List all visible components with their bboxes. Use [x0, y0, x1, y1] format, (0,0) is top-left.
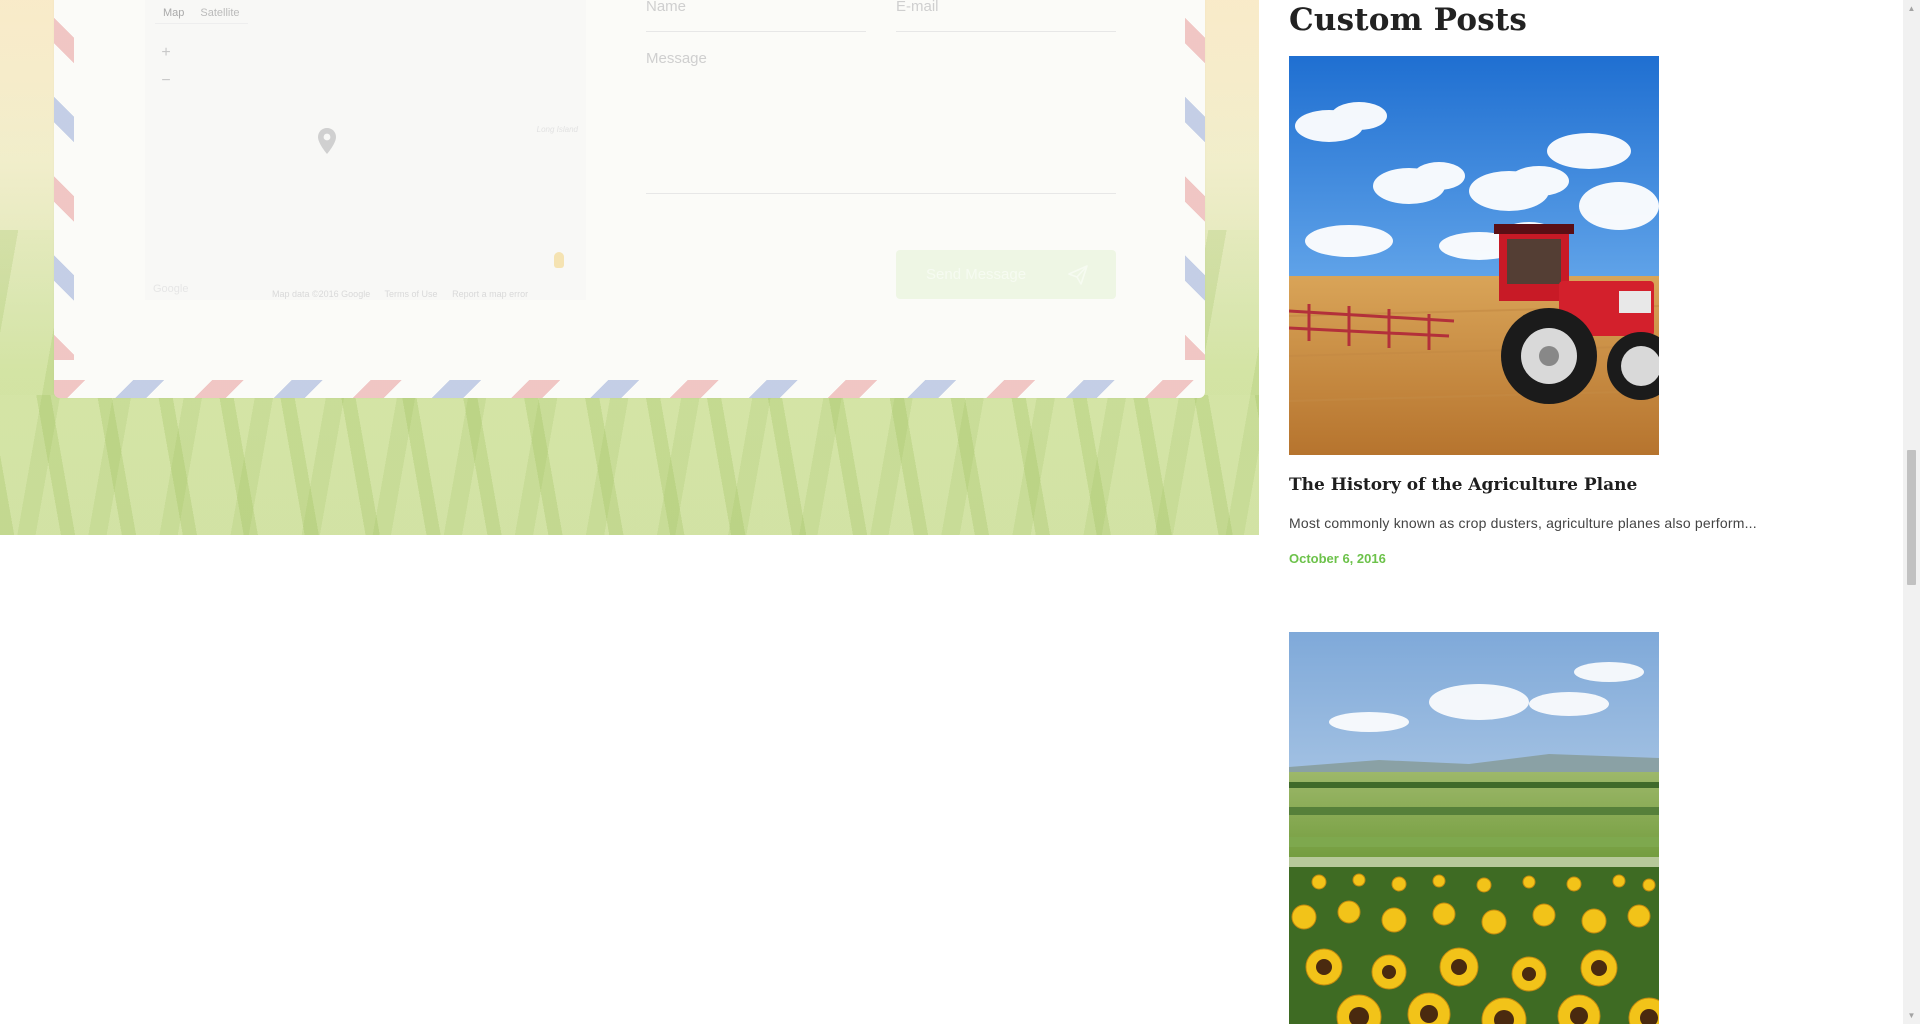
- send-message-label: Send Message: [926, 266, 1027, 283]
- contact-card: Map Satellite + − Long Island Google Map…: [54, 0, 1205, 398]
- google-logo: Google: [153, 283, 189, 295]
- zoom-in-button[interactable]: +: [159, 45, 173, 61]
- map-type-tabs: Map Satellite: [155, 2, 248, 24]
- contact-section: Map Satellite + − Long Island Google Map…: [0, 0, 1259, 535]
- email-placeholder: E-mail: [896, 0, 939, 15]
- paper-plane-icon: [1068, 265, 1088, 285]
- post-image-sunflowers[interactable]: [1289, 632, 1659, 1024]
- map-report-error-link[interactable]: Report a map error: [452, 289, 528, 299]
- post-image-tractor[interactable]: [1289, 56, 1659, 455]
- email-field[interactable]: E-mail: [896, 0, 1116, 32]
- tab-satellite[interactable]: Satellite: [192, 2, 247, 23]
- chevron-down-icon[interactable]: ▼: [1903, 1007, 1920, 1024]
- name-placeholder: Name: [646, 0, 687, 15]
- airmail-stripe-left: [54, 0, 74, 360]
- map-pin-icon[interactable]: [317, 127, 337, 155]
- airmail-stripe-bottom: [54, 380, 1205, 398]
- tractor-image: [1289, 56, 1659, 455]
- zoom-out-button[interactable]: −: [159, 73, 173, 89]
- scrollbar-thumb[interactable]: [1907, 450, 1916, 585]
- street-view-pegman-icon[interactable]: [554, 252, 564, 268]
- sunflower-field-image: [1289, 632, 1659, 1024]
- chevron-up-icon[interactable]: ▲: [1903, 0, 1920, 17]
- message-field[interactable]: Message: [646, 50, 1116, 194]
- google-map[interactable]: Map Satellite + − Long Island Google Map…: [145, 0, 586, 300]
- map-data-attribution: Map data ©2016 Google: [272, 289, 371, 299]
- post-date[interactable]: October 6, 2016: [1289, 551, 1386, 566]
- field-background-rows: [0, 395, 1259, 535]
- message-placeholder: Message: [646, 50, 707, 67]
- post-title[interactable]: The History of the Agriculture Plane: [1289, 475, 1637, 495]
- sidebar-title: Custom Posts: [1289, 2, 1528, 38]
- send-message-button[interactable]: Send Message: [896, 250, 1116, 299]
- map-terms-link[interactable]: Terms of Use: [385, 289, 438, 299]
- page-scrollbar[interactable]: ▲ ▼: [1903, 0, 1920, 1024]
- post-excerpt: Most commonly known as crop dusters, agr…: [1289, 515, 1757, 531]
- airmail-stripe-right: [1185, 0, 1205, 360]
- map-footer: Map data ©2016 Google Terms of Use Repor…: [272, 289, 540, 299]
- map-place-label: Long Island: [536, 125, 578, 134]
- name-field[interactable]: Name: [646, 0, 866, 32]
- tab-map[interactable]: Map: [155, 2, 192, 23]
